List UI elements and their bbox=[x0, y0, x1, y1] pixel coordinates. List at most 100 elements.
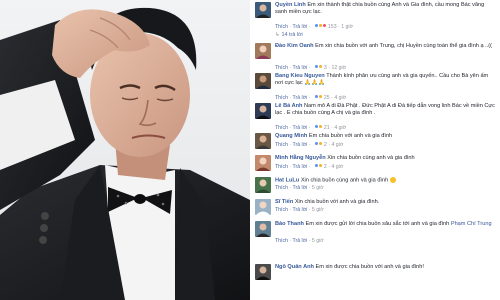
comment-body: Hat LuLu Xin chia buồn cùng anh và gia đ… bbox=[275, 177, 497, 185]
comment-time[interactable]: 4 giờ bbox=[331, 164, 343, 170]
comment-text: Xin chia buồn cùng anh và gia đình bbox=[327, 155, 415, 161]
comment-actions: Thích · Trả lời · 5 giờ bbox=[275, 207, 324, 213]
reply-link[interactable]: Trả lời bbox=[293, 164, 308, 170]
comment-text: Xin chia buồn với anh và gia đình. bbox=[294, 199, 380, 205]
reply-link[interactable]: Trả lời bbox=[293, 125, 308, 131]
commenter-name[interactable]: Hat LuLu bbox=[275, 177, 299, 183]
portrait-photo bbox=[0, 0, 250, 300]
commenter-name[interactable]: Quyền Linh bbox=[275, 2, 306, 8]
reply-link[interactable]: Trả lời bbox=[293, 207, 308, 213]
reaction-count: 2 bbox=[323, 141, 327, 148]
avatar[interactable] bbox=[255, 103, 271, 119]
reply-link[interactable]: Trả lời bbox=[293, 238, 308, 244]
like-link[interactable]: Thích bbox=[275, 207, 288, 213]
reply-link[interactable]: Trả lời bbox=[293, 65, 308, 71]
reactions[interactable] bbox=[313, 64, 323, 71]
comment-body: Bảo Thanh Em xin được gửi lời chia buồn … bbox=[275, 221, 497, 228]
comment-body: Quyền Linh Em xin thành thật chia buồn c… bbox=[275, 2, 497, 17]
commenter-name[interactable]: Đào Kim Oanh bbox=[275, 43, 314, 49]
reactions[interactable] bbox=[313, 94, 323, 101]
comment-text: Xin chia buồn cùng anh và gia đình bbox=[300, 177, 389, 184]
reply-link[interactable]: Trả lời bbox=[293, 95, 308, 101]
comment-time[interactable]: 5 giờ bbox=[312, 207, 324, 213]
love-icon bbox=[321, 23, 327, 29]
comment-text: Em xin chia buồn với anh Trung, chị Huyề… bbox=[315, 43, 492, 49]
avatar[interactable] bbox=[255, 199, 271, 215]
comment-time[interactable]: 5 giờ bbox=[312, 238, 324, 244]
reaction-count: 153 bbox=[327, 23, 337, 30]
portrait-illustration bbox=[0, 0, 250, 300]
like-link[interactable]: Thích bbox=[275, 185, 288, 191]
reactions[interactable] bbox=[313, 23, 327, 30]
commenter-name[interactable]: Quang Minh bbox=[275, 133, 307, 139]
comment-body: Đào Kim Oanh Em xin chia buồn với anh Tr… bbox=[275, 43, 497, 50]
comment-time[interactable]: 1 giờ bbox=[341, 24, 353, 30]
comment-actions: Thích · Trả lời · 153 · 1 giờ bbox=[275, 23, 353, 30]
avatar[interactable] bbox=[255, 2, 271, 18]
comment-body: Sĩ Tiến Xin chia buồn với anh và gia đìn… bbox=[275, 199, 497, 206]
sad-face-icon bbox=[389, 177, 396, 183]
avatar[interactable] bbox=[255, 43, 271, 59]
reaction-count: 2 bbox=[323, 163, 327, 170]
comment-text: Em chia buồn với anh và gia đình bbox=[308, 133, 393, 139]
comment-actions: Thích · Trả lời · 21 · 4 giờ bbox=[275, 124, 347, 131]
comment-body: Lê Bá Anh Nam mô A di Đà Phật . Đức Phật… bbox=[275, 103, 497, 118]
sad-icon bbox=[317, 124, 323, 130]
like-link[interactable]: Thích bbox=[275, 164, 288, 170]
comment-actions: Thích · Trả lời · 2 · 4 giờ bbox=[275, 141, 344, 148]
sad-icon bbox=[317, 64, 323, 70]
avatar[interactable] bbox=[255, 264, 271, 280]
comment-time[interactable]: 5 giờ bbox=[312, 185, 324, 191]
comment-body: Bang Kieu Nguyen Thành kính phân ưu cùng… bbox=[275, 73, 497, 88]
comment-body: Ngô Quân Anh Em xin được chia buồn với a… bbox=[275, 264, 497, 271]
pray-icon: 🙏🙏🙏 bbox=[304, 80, 326, 87]
reaction-count: 21 bbox=[323, 124, 330, 131]
reply-link[interactable]: Trả lời bbox=[293, 24, 308, 30]
reply-link[interactable]: Trả lời bbox=[293, 185, 308, 191]
commenter-name[interactable]: Bảo Thanh bbox=[275, 221, 304, 227]
reactions[interactable] bbox=[313, 141, 323, 148]
reactions[interactable] bbox=[313, 163, 323, 170]
view-replies[interactable]: ↳ 14 trả lời bbox=[275, 32, 303, 38]
reply-arrow-icon: ↳ bbox=[275, 32, 280, 38]
reactions[interactable] bbox=[313, 124, 323, 131]
commenter-name[interactable]: Lê Bá Anh bbox=[275, 103, 302, 109]
like-link[interactable]: Thích bbox=[275, 95, 288, 101]
avatar[interactable] bbox=[255, 155, 271, 171]
comment-time[interactable]: 4 giờ bbox=[334, 125, 346, 131]
like-link[interactable]: Thích bbox=[275, 125, 288, 131]
comment-time[interactable]: 12 giờ bbox=[331, 65, 346, 71]
sad-icon bbox=[317, 94, 323, 100]
comment-text: Nam mô A di Đà Phật . Đức Phật A di Đà t… bbox=[275, 103, 495, 117]
comment-body: Minh Hằng Nguyễn Xin chia buồn cùng anh … bbox=[275, 155, 497, 162]
avatar[interactable] bbox=[255, 73, 271, 89]
comment-actions: Thích · Trả lời · 3 · 12 giờ bbox=[275, 64, 347, 71]
comment-body: Quang Minh Em chia buồn với anh và gia đ… bbox=[275, 133, 497, 140]
tagged-user-link[interactable]: Phạm Chí Trung bbox=[451, 221, 492, 227]
sad-icon bbox=[317, 163, 323, 169]
comment-text: Em xin thành thật chia buồn cùng Anh và … bbox=[275, 2, 485, 16]
comment-text: Em xin được chia buồn với anh và gia đìn… bbox=[315, 264, 424, 270]
like-link[interactable]: Thích bbox=[275, 24, 288, 30]
comment-time[interactable]: 4 giờ bbox=[331, 142, 343, 148]
commenter-name[interactable]: Ngô Quân Anh bbox=[275, 264, 314, 270]
reaction-count: 25 bbox=[323, 94, 330, 101]
like-link[interactable]: Thích bbox=[275, 238, 288, 244]
avatar[interactable] bbox=[255, 133, 271, 149]
comment-actions: Thích · Trả lời · 5 giờ bbox=[275, 238, 324, 244]
comments-panel: Quyền Linh Em xin thành thật chia buồn c… bbox=[250, 0, 500, 300]
sad-icon bbox=[317, 141, 323, 147]
commenter-name[interactable]: Bang Kieu Nguyen bbox=[275, 73, 325, 79]
comment-time[interactable]: 4 giờ bbox=[334, 95, 346, 101]
commenter-name[interactable]: Minh Hằng Nguyễn bbox=[275, 155, 326, 161]
commenter-name[interactable]: Sĩ Tiến bbox=[275, 199, 293, 205]
comment-actions: Thích · Trả lời · 25 · 4 giờ bbox=[275, 94, 347, 101]
comment-actions: Thích · Trả lời · 5 giờ bbox=[275, 185, 324, 191]
reply-link[interactable]: Trả lời bbox=[293, 142, 308, 148]
avatar[interactable] bbox=[255, 177, 271, 193]
reaction-count: 3 bbox=[323, 64, 327, 71]
like-link[interactable]: Thích bbox=[275, 142, 288, 148]
avatar[interactable] bbox=[255, 221, 271, 237]
comment-text: Em xin được gửi lời chia buồn sâu sắc tớ… bbox=[305, 221, 450, 227]
like-link[interactable]: Thích bbox=[275, 65, 288, 71]
